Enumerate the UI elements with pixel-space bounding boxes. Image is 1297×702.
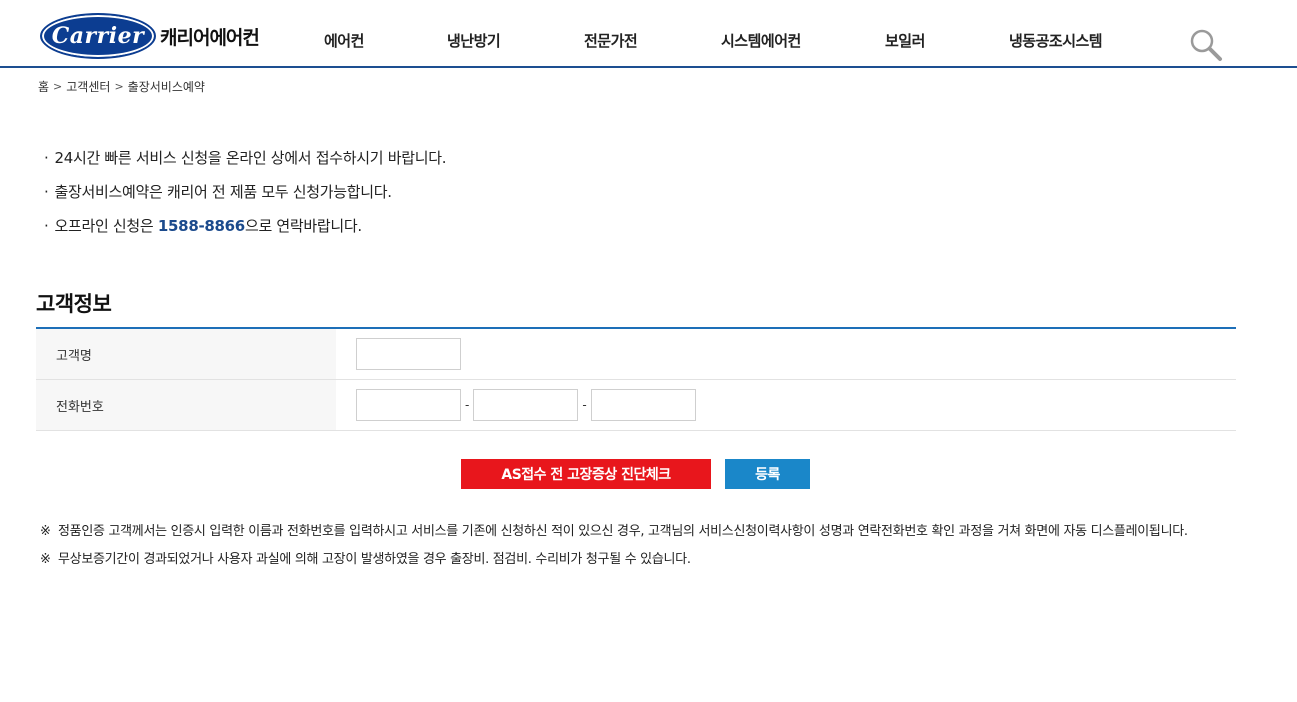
breadcrumb-separator: > [114,80,124,93]
notice-list: · 24시간 빠른 서비스 신청을 온라인 상에서 접수하시기 바랍니다. · 출장… [44,141,447,243]
notice-text-offline: 오프라인 신청은 [54,217,158,235]
bullet: · [44,183,49,201]
phone-separator: - [582,398,587,412]
phone-cell: - - [336,380,1236,430]
phone-label: 전화번호 [36,380,336,430]
nav-item-heating-cooling[interactable]: 냉난방기 [447,30,501,51]
section-title-customer-info: 고객정보 [36,292,112,316]
nav-item-system-aircon[interactable]: 시스템에어컨 [721,30,801,51]
notice-text-offline-suffix: 으로 연락바랍니다. [244,217,362,235]
customer-info-form: 고객명 전화번호 - - [36,327,1236,431]
notice-item: · 오프라인 신청은 1588-8866으로 연락바랍니다. [44,209,446,243]
notice-item: · 출장서비스예약은 캐리어 전 제품 모두 신청가능합니다. [44,175,446,209]
company-name: 캐리어에어컨 [160,26,260,49]
reference-mark: ※ [40,524,51,539]
name-cell [336,329,1236,379]
carrier-logo-text: Carrier [51,23,145,49]
nav-item-aircon[interactable]: 에어컨 [324,30,364,51]
carrier-logo-badge: Carrier [40,13,156,59]
remarks: ※ 정품인증 고객께서는 인증시 입력한 이름과 전화번호를 입력하시고 서비스를… [40,518,1240,574]
nav-item-appliances[interactable]: 전문가전 [584,30,638,51]
breadcrumb-customer-center[interactable]: 고객센터 [66,78,110,95]
site-header: Carrier 캐리어에어컨 에어컨 냉난방기 전문가전 시스템에어컨 보일러 … [0,0,1297,68]
bullet: · [44,149,49,167]
phone-separator: - [465,398,470,412]
form-row-phone: 전화번호 - - [36,380,1236,431]
diagnosis-check-button[interactable]: AS접수 전 고장증상 진단체크 [461,459,711,489]
reference-mark: ※ [40,552,51,567]
search-icon[interactable] [1189,28,1223,62]
customer-name-input[interactable] [356,338,461,370]
phone-input-1[interactable] [356,389,461,421]
remark-text-auto-display: 정품인증 고객께서는 인증시 입력한 이름과 전화번호를 입력하시고 서비스를 … [58,524,1188,539]
nav-item-boiler[interactable]: 보일러 [885,30,925,51]
breadcrumb-service-reservation[interactable]: 출장서비스예약 [128,78,205,95]
notice-text-all-products: 출장서비스예약은 캐리어 전 제품 모두 신청가능합니다. [54,183,392,201]
carrier-logo[interactable]: Carrier 캐리어에어컨 [40,13,260,59]
name-label: 고객명 [36,329,336,379]
register-button[interactable]: 등록 [725,459,810,489]
breadcrumb-separator: > [53,80,63,93]
breadcrumb-home[interactable]: 홈 [38,78,49,95]
nav-item-refrigeration[interactable]: 냉동공조시스템 [1009,30,1103,51]
bullet: · [44,217,49,235]
remark-item: ※ 무상보증기간이 경과되었거나 사용자 과실에 의해 고장이 발생하였을 경우 … [40,546,1240,574]
notice-item: · 24시간 빠른 서비스 신청을 온라인 상에서 접수하시기 바랍니다. [44,141,447,175]
remark-text-charges: 무상보증기간이 경과되었거나 사용자 과실에 의해 고장이 발생하였을 경우 출… [58,552,691,567]
phone-number: 1588-8866 [157,217,245,235]
form-row-name: 고객명 [36,329,1236,380]
notice-text-24h: 24시간 빠른 서비스 신청을 온라인 상에서 접수하시기 바랍니다. [54,149,447,167]
remark-item: ※ 정품인증 고객께서는 인증시 입력한 이름과 전화번호를 입력하시고 서비스를… [40,518,1240,546]
breadcrumb: 홈 > 고객센터 > 출장서비스예약 [38,78,205,95]
phone-input-2[interactable] [473,389,579,421]
phone-input-3[interactable] [590,389,696,421]
